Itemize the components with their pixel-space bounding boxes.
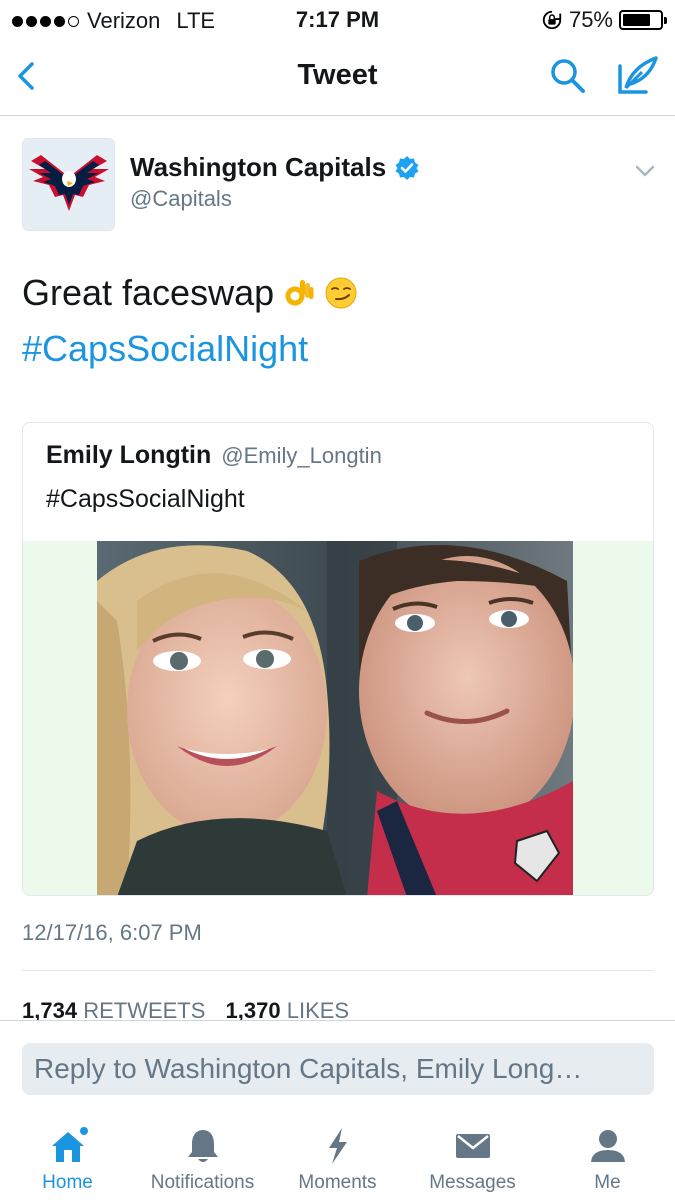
author-name-text: Washington Capitals: [130, 152, 387, 182]
likes-label[interactable]: LIKES: [287, 998, 349, 1022]
ok-hand-emoji-icon: [285, 280, 314, 306]
battery-level: [623, 14, 650, 26]
tab-home[interactable]: Home: [0, 1112, 135, 1200]
tab-me-label: Me: [594, 1172, 621, 1193]
tab-notifications[interactable]: Notifications: [135, 1112, 270, 1200]
tweet-text: Great faceswap: [22, 272, 358, 314]
bell-icon: [187, 1130, 218, 1162]
tab-messages-label: Messages: [429, 1172, 516, 1193]
tab-bar: Home Notifications Moments Messages Me: [0, 1112, 675, 1200]
rotation-lock-icon: [542, 10, 562, 30]
quoted-tweet-text: #CapsSocialNight: [46, 485, 245, 513]
envelope-icon: [455, 1134, 490, 1158]
likes-count[interactable]: 1,370: [226, 998, 281, 1022]
tab-moments-label: Moments: [298, 1172, 377, 1193]
tab-messages[interactable]: Messages: [405, 1112, 540, 1200]
tab-moments[interactable]: Moments: [270, 1112, 405, 1200]
status-bar: Verizon LTE 7:17 PM 75%: [0, 0, 675, 40]
verified-badge-icon: [395, 155, 419, 180]
person-icon: [590, 1130, 625, 1162]
quoted-tweet[interactable]: Emily Longtin @Emily_Longtin #CapsSocial…: [22, 422, 654, 896]
tab-home-label: Home: [42, 1172, 93, 1193]
smirk-emoji-icon: [325, 277, 357, 309]
tab-me[interactable]: Me: [540, 1112, 675, 1200]
tweet-timestamp: 12/17/16, 6:07 PM: [22, 920, 202, 945]
retweets-count[interactable]: 1,734: [22, 998, 77, 1022]
selfie-photo-image: [97, 541, 573, 895]
divider: [22, 970, 654, 971]
battery-icon: [619, 10, 667, 30]
compose-icon[interactable]: [612, 52, 662, 100]
selfie-photo[interactable]: [97, 541, 573, 895]
capitals-eagle-logo: [23, 139, 114, 230]
lightning-icon: [328, 1128, 347, 1164]
reply-bar: Reply to Washington Capitals, Emily Long…: [0, 1020, 675, 1112]
avatar[interactable]: [22, 138, 115, 231]
tweet-text-body: Great faceswap: [22, 272, 275, 313]
quoted-tweet-media[interactable]: [23, 541, 653, 895]
battery-percent: 75%: [568, 7, 613, 32]
status-right: 75%: [541, 7, 667, 33]
home-icon: [51, 1127, 88, 1162]
tweet-stats: 1,734 RETWEETS 1,370 LIKES: [22, 998, 363, 1022]
tab-notifications-label: Notifications: [150, 1172, 255, 1193]
hashtag-link[interactable]: #CapsSocialNight: [22, 328, 308, 370]
author-handle[interactable]: @Capitals: [130, 186, 232, 212]
chevron-down-icon[interactable]: [632, 158, 658, 184]
quoted-author-name: Emily Longtin: [46, 441, 212, 469]
search-icon[interactable]: [546, 54, 590, 98]
navigation-bar: Tweet: [0, 40, 675, 116]
quoted-author-handle: @Emily_Longtin: [221, 443, 382, 468]
reply-input[interactable]: Reply to Washington Capitals, Emily Long…: [22, 1043, 654, 1095]
author-name[interactable]: Washington Capitals: [130, 152, 420, 183]
retweets-label[interactable]: RETWEETS: [83, 998, 205, 1022]
quoted-tweet-header: Emily Longtin @Emily_Longtin: [46, 441, 382, 470]
